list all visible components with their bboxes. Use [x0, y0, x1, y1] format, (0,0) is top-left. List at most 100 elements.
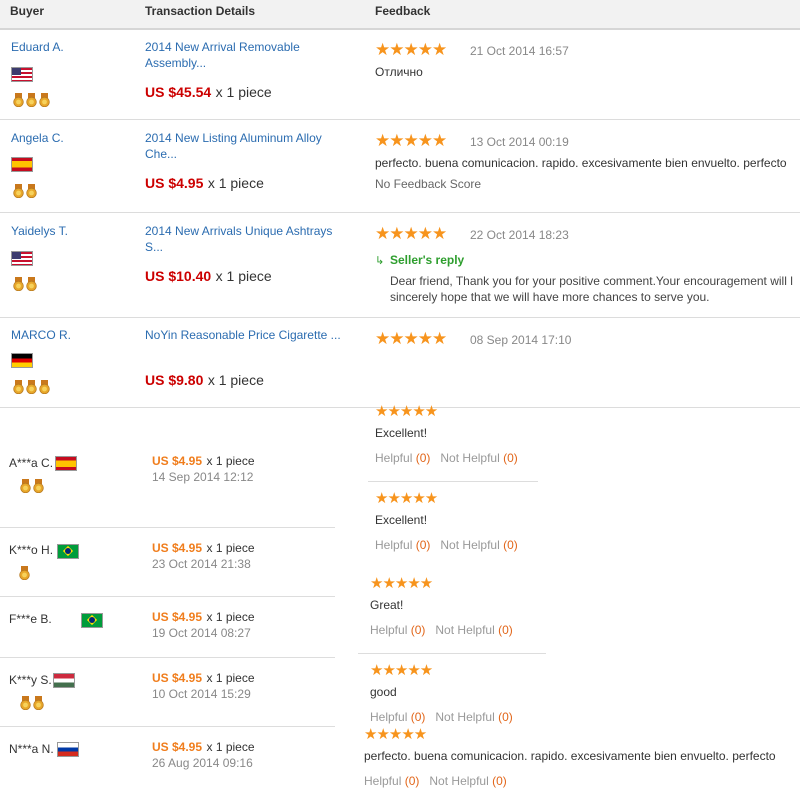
review-order-date: 23 Oct 2014 21:38 — [152, 557, 251, 571]
medal-icon — [39, 93, 50, 107]
helpful-label: Helpful — [370, 623, 408, 637]
rating-stars-icon: ★★★★★ — [375, 329, 447, 348]
medal-icon — [13, 184, 24, 198]
buyer-name-link[interactable]: Yaidelys T. — [11, 224, 68, 238]
rating-stars-icon: ★★★★★ — [364, 726, 427, 743]
feedback-date: 22 Oct 2014 18:23 — [470, 228, 569, 242]
product-title-line: S... — [145, 240, 164, 254]
rating-stars-icon: ★★★★★ — [375, 403, 438, 420]
review-quantity: x 1 piece — [206, 454, 255, 468]
not-helpful-link[interactable]: Not Helpful (0) — [435, 623, 512, 637]
helpful-count: (0) — [415, 451, 431, 465]
item-price: US $10.40 — [145, 268, 212, 284]
not-helpful-link[interactable]: Not Helpful (0) — [440, 451, 517, 465]
not-helpful-link[interactable]: Not Helpful (0) — [440, 538, 517, 552]
not-helpful-link[interactable]: Not Helpful (0) — [429, 774, 506, 788]
country-flag-icon — [11, 157, 33, 172]
review-price: US $4.95 — [152, 610, 203, 624]
country-flag-icon — [11, 67, 33, 83]
review-buyer-name: K***y S. — [9, 673, 52, 687]
buyer-name-link[interactable]: MARCO R. — [11, 328, 71, 342]
review-order-date: 14 Sep 2014 12:12 — [152, 470, 254, 484]
review-text: good — [370, 685, 397, 699]
review-buyer-name: A***a C. — [9, 456, 54, 470]
medal-icon — [26, 277, 37, 291]
review-text: Excellent! — [375, 426, 428, 440]
product-title-link[interactable]: 2014 New Listing Aluminum Alloy Che... — [145, 130, 345, 162]
item-quantity: x 1 piece — [207, 372, 264, 388]
divider — [0, 596, 335, 597]
buyer-name-link[interactable]: Angela C. — [11, 131, 64, 145]
not-helpful-link[interactable]: Not Helpful (0) — [435, 710, 512, 724]
review-price: US $4.95 — [152, 671, 203, 685]
helpful-link[interactable]: Helpful (0) — [370, 623, 425, 637]
helpful-label: Helpful — [375, 451, 413, 465]
rating-stars-icon: ★★★★★ — [375, 490, 438, 507]
divider — [0, 527, 335, 528]
feedback-date: 13 Oct 2014 00:19 — [470, 135, 569, 149]
header-transaction-details: Transaction Details — [145, 4, 256, 18]
buyer-medals — [13, 277, 39, 295]
item-price: US $9.80 — [145, 372, 204, 388]
buyer-medals — [19, 566, 32, 584]
not-helpful-label: Not Helpful — [440, 538, 500, 552]
header-feedback: Feedback — [375, 4, 431, 18]
table-header: Buyer Transaction Details Feedback — [0, 0, 800, 30]
feedback-text: Отлично — [375, 65, 423, 79]
table-row: MARCO R. NoYin Reasonable Price Cigarett… — [0, 318, 800, 408]
review-price: US $4.95 — [152, 454, 203, 468]
buyer-medals — [20, 696, 46, 714]
country-flag-icon — [53, 673, 75, 688]
review-order-date: 10 Oct 2014 15:29 — [152, 687, 251, 701]
not-helpful-label: Not Helpful — [435, 623, 495, 637]
country-flag-icon — [57, 742, 79, 757]
product-title-link[interactable]: 2014 New Arrivals Unique Ashtrays S... — [145, 223, 345, 255]
review-quantity: x 1 piece — [206, 541, 255, 555]
helpful-label: Helpful — [375, 538, 413, 552]
item-price: US $4.95 — [145, 175, 204, 191]
medal-icon — [13, 380, 24, 394]
item-quantity: x 1 piece — [215, 268, 272, 284]
not-helpful-count: (0) — [503, 451, 518, 465]
medal-icon — [33, 479, 44, 493]
product-title-link[interactable]: 2014 New Arrival Removable Assembly... — [145, 39, 345, 71]
not-helpful-label: Not Helpful — [429, 774, 489, 788]
product-title-link[interactable]: NoYin Reasonable Price Cigarette ... — [145, 327, 345, 343]
buyer-name-link[interactable]: Eduard A. — [11, 40, 64, 54]
review-quantity: x 1 piece — [206, 740, 255, 754]
divider — [358, 653, 546, 654]
rating-stars-icon: ★★★★★ — [370, 575, 433, 592]
medal-icon — [13, 277, 24, 291]
country-flag-icon — [11, 353, 33, 368]
medal-icon — [13, 93, 24, 107]
not-helpful-count: (0) — [503, 538, 518, 552]
medal-icon — [33, 696, 44, 710]
product-title-line: 2014 New Arrivals Unique Ashtrays — [145, 224, 333, 238]
review-text: Great! — [370, 598, 404, 612]
buyer-medals — [13, 184, 39, 202]
medal-icon — [20, 696, 31, 710]
product-title-line: Assembly... — [145, 56, 207, 70]
divider — [368, 481, 538, 482]
buyer-medals — [20, 479, 46, 497]
review-quantity: x 1 piece — [206, 610, 255, 624]
helpful-label: Helpful — [370, 710, 408, 724]
seller-reply-text: Dear friend, Thank you for your positive… — [390, 274, 793, 288]
not-helpful-count: (0) — [498, 623, 513, 637]
medal-icon — [19, 566, 30, 580]
feedback-date: 21 Oct 2014 16:57 — [470, 44, 569, 58]
medal-icon — [26, 93, 37, 107]
table-row: Yaidelys T. 2014 New Arrivals Unique Ash… — [0, 213, 800, 318]
helpful-link[interactable]: Helpful (0) — [375, 538, 430, 552]
medal-icon — [39, 380, 50, 394]
seller-reply-label: Seller's reply — [390, 253, 465, 267]
helpful-count: (0) — [410, 623, 426, 637]
review-buyer-name: N***a N. — [9, 742, 54, 756]
product-title-line: 2014 New Listing Aluminum Alloy — [145, 131, 322, 145]
not-helpful-count: (0) — [492, 774, 507, 788]
helpful-link[interactable]: Helpful (0) — [364, 774, 419, 788]
helpful-link[interactable]: Helpful (0) — [370, 710, 425, 724]
helpful-link[interactable]: Helpful (0) — [375, 451, 430, 465]
reply-arrow-icon: ↳ — [375, 255, 385, 267]
rating-stars-icon: ★★★★★ — [375, 40, 447, 59]
